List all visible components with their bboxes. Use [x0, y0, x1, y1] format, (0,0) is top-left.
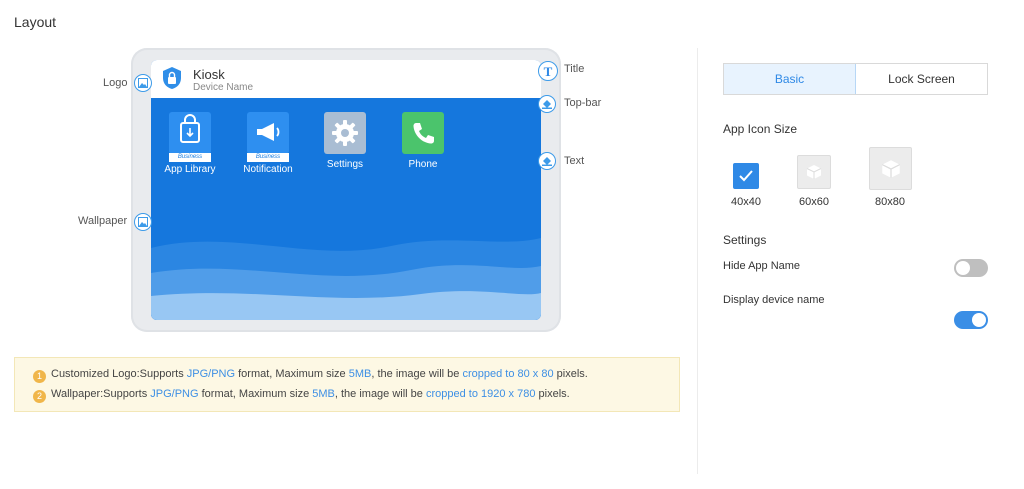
lock-logo-icon	[163, 67, 181, 89]
preview-device-name: Device Name	[193, 82, 254, 93]
notice-size: 5MB	[312, 388, 335, 400]
size-option-80[interactable]	[869, 147, 912, 190]
callout-text-label: Text	[564, 155, 585, 167]
upload-notice: 1 Customized Logo:Supports JPG/PNG format…	[14, 357, 680, 412]
hide-app-name-toggle[interactable]	[954, 259, 988, 277]
display-device-name-toggle[interactable]	[954, 311, 988, 329]
app-label: App Library	[164, 164, 216, 175]
notice-format: JPG/PNG	[186, 368, 236, 380]
notice-crop: cropped to 80 x 80	[462, 368, 554, 380]
notice-text: , the image will be	[334, 388, 426, 400]
notice-line-wallpaper: 2 Wallpaper:Supports JPG/PNG format, Maxi…	[33, 388, 570, 403]
cube-icon	[806, 165, 822, 179]
paint-bucket-icon[interactable]	[538, 95, 556, 113]
display-device-name-label: Display device name	[723, 294, 825, 306]
app-icon-size-heading: App Icon Size	[723, 122, 798, 136]
phone-icon	[402, 112, 444, 154]
app-item-notification: Business Notification	[233, 112, 303, 175]
notice-text: format, Maximum size	[235, 368, 349, 380]
notice-text: Customized Logo:Supports	[51, 368, 187, 380]
notice-text: Wallpaper:Supports	[51, 388, 151, 400]
size-label-60: 60x60	[799, 196, 829, 208]
preview-topbar: Kiosk Device Name	[151, 60, 541, 98]
notice-line-logo: 1 Customized Logo:Supports JPG/PNG format…	[33, 368, 588, 383]
notice-size: 5MB	[348, 368, 372, 380]
app-label: Phone	[408, 159, 438, 170]
notice-format: JPG/PNG	[150, 388, 199, 400]
callout-logo-label: Logo	[103, 77, 128, 89]
app-item-app-library: Business App Library	[155, 112, 225, 175]
hide-app-name-label: Hide App Name	[723, 260, 801, 272]
settings-heading: Settings	[723, 233, 767, 247]
app-item-phone: Phone	[388, 112, 458, 170]
notice-text: format, Maximum size	[198, 388, 313, 400]
toggle-knob	[956, 261, 970, 275]
notice-number: 2	[33, 390, 46, 403]
paint-bucket-icon[interactable]	[538, 152, 556, 170]
size-option-60[interactable]	[797, 155, 831, 189]
gear-icon	[324, 112, 366, 154]
business-badge: Business	[247, 153, 289, 162]
image-icon[interactable]	[134, 213, 152, 231]
text-t-icon[interactable]: T	[538, 61, 558, 81]
settings-tabs: Basic Lock Screen	[723, 63, 988, 95]
callout-wallpaper-label: Wallpaper	[78, 215, 128, 227]
tab-basic[interactable]: Basic	[724, 64, 856, 94]
page-title: Layout	[14, 14, 57, 30]
size-option-40[interactable]	[733, 163, 759, 189]
tab-lock-screen[interactable]: Lock Screen	[856, 64, 987, 94]
business-badge: Business	[169, 153, 211, 162]
shopping-bag-icon: Business	[169, 112, 211, 162]
checkmark-icon	[739, 170, 753, 182]
callout-title-label: Title	[564, 63, 585, 75]
size-label-40: 40x40	[731, 196, 761, 208]
device-screen: Kiosk Device Name Business App Library B…	[151, 60, 541, 320]
notice-text: pixels.	[535, 388, 570, 400]
app-label: Settings	[326, 159, 364, 170]
cube-icon	[881, 159, 900, 178]
panel-divider	[697, 48, 698, 474]
preview-title: Kiosk	[193, 67, 225, 82]
size-label-80: 80x80	[875, 196, 905, 208]
toggle-knob	[972, 313, 986, 327]
app-label: Notification	[243, 164, 293, 175]
image-icon[interactable]	[134, 74, 152, 92]
notice-crop: cropped to 1920 x 780	[425, 388, 536, 400]
callout-topbar-label: Top-bar	[564, 97, 602, 109]
notice-text: , the image will be	[371, 368, 463, 380]
megaphone-icon: Business	[247, 112, 289, 162]
notice-text: pixels.	[553, 368, 588, 380]
app-item-settings: Settings	[310, 112, 380, 170]
notice-number: 1	[33, 370, 46, 383]
